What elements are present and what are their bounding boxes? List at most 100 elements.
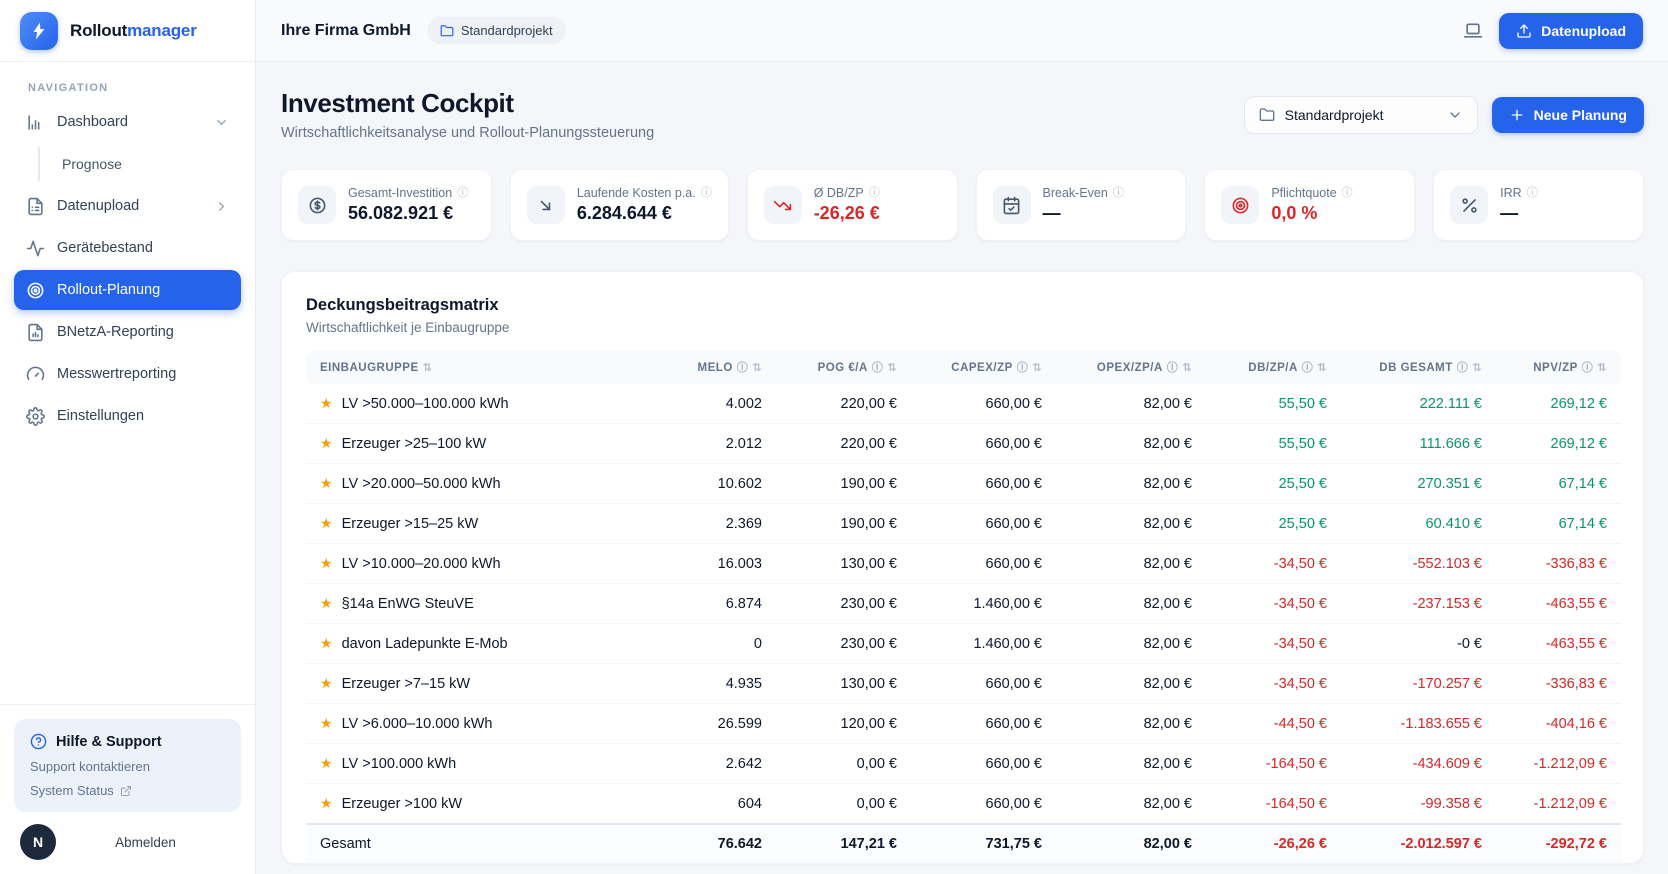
value-cell-opex-zp-a: 82,00 € (1056, 384, 1206, 424)
sidebar-subitem-prognose[interactable]: Prognose (14, 144, 241, 184)
value-cell-npv-zp: -463,55 € (1496, 624, 1621, 664)
kpi-value: 0,0 % (1271, 203, 1352, 224)
percent-icon (1450, 186, 1488, 224)
value-cell-melo: 0 (656, 624, 776, 664)
value-cell-capex-zp: 1.460,00 € (911, 624, 1056, 664)
value-cell-db-gesamt: -552.103 € (1341, 544, 1496, 584)
sidebar-item-datenupload[interactable]: Datenupload (14, 186, 241, 226)
info-icon[interactable]: ⓘ (1342, 188, 1353, 199)
star-icon[interactable]: ★ (320, 435, 333, 451)
value-cell-opex-zp-a: 82,00 € (1056, 704, 1206, 744)
info-icon[interactable]: ⓘ (1582, 362, 1594, 374)
info-icon[interactable]: ⓘ (701, 188, 712, 199)
table-row[interactable]: ★Erzeuger >15–25 kW2.369190,00 €660,00 €… (306, 504, 1621, 544)
value-cell-melo: 604 (656, 784, 776, 825)
table-row[interactable]: ★LV >20.000–50.000 kWh10.602190,00 €660,… (306, 464, 1621, 504)
datenupload-button[interactable]: Datenupload (1499, 13, 1643, 49)
group-name: LV >10.000–20.000 kWh (342, 556, 501, 572)
activity-icon (26, 239, 45, 258)
info-icon[interactable]: ⓘ (1113, 188, 1124, 199)
value-cell-pog-a: 147,21 € (776, 824, 911, 863)
plus-icon (1509, 107, 1525, 123)
star-icon[interactable]: ★ (320, 755, 333, 771)
table-row[interactable]: ★LV >6.000–10.000 kWh26.599120,00 €660,0… (306, 704, 1621, 744)
column-header-opex-zp-a[interactable]: OPEX/ZP/Aⓘ⇅ (1056, 351, 1206, 384)
project-select-value: Standardprojekt (1285, 107, 1384, 123)
table-row[interactable]: ★Erzeuger >100 kW6040,00 €660,00 €82,00 … (306, 784, 1621, 825)
einbaugruppe-cell: ★Erzeuger >100 kW (306, 784, 656, 825)
info-icon[interactable]: ⓘ (1527, 188, 1538, 199)
value-cell-pog-a: 130,00 € (776, 664, 911, 704)
column-header-melo[interactable]: MELOⓘ⇅ (656, 351, 776, 384)
info-icon[interactable]: ⓘ (869, 188, 880, 199)
star-icon[interactable]: ★ (320, 715, 333, 731)
help-circle-icon (30, 733, 47, 750)
star-icon[interactable]: ★ (320, 395, 333, 411)
avatar[interactable]: N (20, 824, 56, 860)
group-name: Erzeuger >25–100 kW (342, 436, 487, 452)
table-row[interactable]: ★davon Ladepunkte E-Mob0230,00 €1.460,00… (306, 624, 1621, 664)
head-actions: Standardprojekt Neue Planung (1244, 96, 1644, 134)
sidebar-item-gerätebestand[interactable]: Gerätebestand (14, 228, 241, 268)
value-cell-capex-zp: 660,00 € (911, 784, 1056, 825)
info-icon[interactable]: ⓘ (872, 362, 884, 374)
info-icon[interactable]: ⓘ (1017, 362, 1029, 374)
info-icon[interactable]: ⓘ (737, 362, 749, 374)
sort-icon: ⇅ (1472, 362, 1482, 374)
upload-icon (1516, 23, 1532, 39)
column-label: EINBAUGRUPPE (320, 362, 419, 374)
column-header-db-gesamt[interactable]: DB GESAMTⓘ⇅ (1341, 351, 1496, 384)
sidebar-item-dashboard[interactable]: Dashboard (14, 102, 241, 142)
star-icon[interactable]: ★ (320, 515, 333, 531)
kpi-value: 56.082.921 € (348, 203, 468, 224)
table-row[interactable]: ★LV >100.000 kWh2.6420,00 €660,00 €82,00… (306, 744, 1621, 784)
star-icon[interactable]: ★ (320, 675, 333, 691)
value-cell-npv-zp: -292,72 € (1496, 824, 1621, 863)
help-link-system-status[interactable]: System Status (30, 783, 225, 798)
brand-name: Rolloutmanager (70, 21, 197, 41)
value-cell-pog-a: 220,00 € (776, 384, 911, 424)
sidebar-item-rollout-planung[interactable]: Rollout-Planung (14, 270, 241, 310)
value-cell-db-gesamt: -0 € (1341, 624, 1496, 664)
column-header-db-zp-a[interactable]: DB/ZP/Aⓘ⇅ (1206, 351, 1341, 384)
info-icon[interactable]: ⓘ (457, 188, 468, 199)
table-row[interactable]: ★LV >50.000–100.000 kWh4.002220,00 €660,… (306, 384, 1621, 424)
info-icon[interactable]: ⓘ (1302, 362, 1314, 374)
project-select[interactable]: Standardprojekt (1244, 96, 1478, 134)
value-cell-db-gesamt: -237.153 € (1341, 584, 1496, 624)
value-cell-melo: 6.874 (656, 584, 776, 624)
info-icon[interactable]: ⓘ (1457, 362, 1469, 374)
neue-planung-button-label: Neue Planung (1534, 107, 1627, 123)
star-icon[interactable]: ★ (320, 635, 333, 651)
value-cell-melo: 2.012 (656, 424, 776, 464)
star-icon[interactable]: ★ (320, 795, 333, 811)
neue-planung-button[interactable]: Neue Planung (1492, 97, 1644, 133)
table-row[interactable]: ★Erzeuger >25–100 kW2.012220,00 €660,00 … (306, 424, 1621, 464)
project-badge[interactable]: Standardprojekt (427, 17, 566, 44)
info-icon[interactable]: ⓘ (1167, 362, 1179, 374)
star-icon[interactable]: ★ (320, 475, 333, 491)
table-row[interactable]: ★§14a EnWG SteuVE6.874230,00 €1.460,00 €… (306, 584, 1621, 624)
logout-button[interactable]: Abmelden (56, 835, 235, 850)
chevron-down-icon (214, 115, 229, 130)
column-header-pog-a[interactable]: POG €/Aⓘ⇅ (776, 351, 911, 384)
sidebar-item-label: BNetzA-Reporting (57, 324, 174, 340)
sidebar-item-bnetza-reporting[interactable]: BNetzA-Reporting (14, 312, 241, 352)
einbaugruppe-cell: ★Erzeuger >15–25 kW (306, 504, 656, 544)
column-header-npv-zp[interactable]: NPV/ZPⓘ⇅ (1496, 351, 1621, 384)
help-link-support-kontaktieren[interactable]: Support kontaktieren (30, 759, 225, 774)
kpi-label: Ø DB/ZP (814, 186, 864, 200)
star-icon[interactable]: ★ (320, 555, 333, 571)
app-logo[interactable]: Rolloutmanager (0, 0, 255, 62)
sidebar-item-messwertreporting[interactable]: Messwertreporting (14, 354, 241, 394)
column-header-capex-zp[interactable]: CAPEX/ZPⓘ⇅ (911, 351, 1056, 384)
device-laptop-icon[interactable] (1463, 21, 1483, 41)
einbaugruppe-cell: ★LV >6.000–10.000 kWh (306, 704, 656, 744)
star-icon[interactable]: ★ (320, 595, 333, 611)
sidebar-item-einstellungen[interactable]: Einstellungen (14, 396, 241, 436)
column-header-einbaugruppe[interactable]: EINBAUGRUPPE⇅ (306, 351, 656, 384)
table-row[interactable]: ★Erzeuger >7–15 kW4.935130,00 €660,00 €8… (306, 664, 1621, 704)
value-cell-melo: 4.935 (656, 664, 776, 704)
table-row[interactable]: ★LV >10.000–20.000 kWh16.003130,00 €660,… (306, 544, 1621, 584)
matrix-title: Deckungsbeitragsmatrix (306, 296, 1619, 315)
